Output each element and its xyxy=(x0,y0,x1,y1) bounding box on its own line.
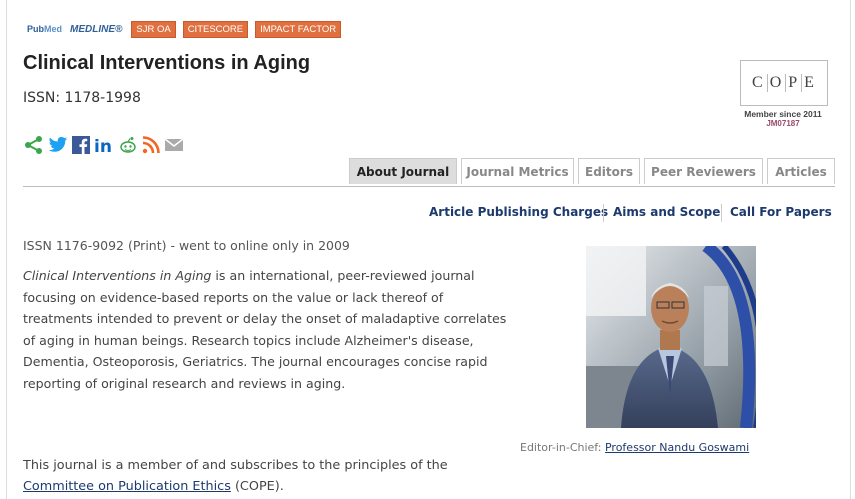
svg-text:in: in xyxy=(94,137,112,154)
editor-photo xyxy=(586,246,756,428)
membership-text: This journal is a member of and subscrib… xyxy=(23,458,448,473)
sublink-divider xyxy=(721,204,722,222)
aims-and-scope-link[interactable]: Aims and Scope xyxy=(613,205,720,219)
issn-print: ISSN 1176-9092 (Print) - went to online … xyxy=(23,238,350,253)
caption-label: Editor-in-Chief: xyxy=(520,441,605,454)
cope-link[interactable]: Committee on Publication Ethics xyxy=(23,479,231,494)
facebook-icon[interactable] xyxy=(72,136,90,154)
twitter-icon[interactable] xyxy=(48,136,68,154)
cope-letter: E xyxy=(804,74,816,91)
tab-about-journal[interactable]: About Journal xyxy=(349,158,457,184)
cope-letter: C xyxy=(750,74,768,92)
cope-letter: O xyxy=(768,74,787,92)
call-for-papers-link[interactable]: Call For Papers xyxy=(730,205,832,219)
cope-suffix: (COPE). xyxy=(230,479,284,494)
cope-letter: P xyxy=(786,74,803,92)
tab-editors[interactable]: Editors xyxy=(578,158,640,184)
reddit-icon[interactable] xyxy=(118,136,138,154)
cope-member-since: Member since 2011 xyxy=(744,109,822,119)
linkedin-icon[interactable]: in xyxy=(94,136,114,154)
cope-letters: C O P E xyxy=(740,60,828,106)
index-badges: PubMed MEDLINE® SJR OA CITESCORE IMPACT … xyxy=(27,20,348,38)
journal-title: Clinical Interventions in Aging xyxy=(23,52,311,74)
description-journal-name: Clinical Interventions in Aging xyxy=(23,268,212,283)
tab-journal-metrics[interactable]: Journal Metrics xyxy=(461,158,574,184)
article-publishing-charges-link[interactable]: Article Publishing Charges xyxy=(429,205,608,219)
cope-member-id: JM07187 xyxy=(766,119,800,128)
tab-articles[interactable]: Articles xyxy=(767,158,835,184)
sjr-badge[interactable]: SJR OA xyxy=(131,20,176,38)
description-text: is an international, peer-reviewed journ… xyxy=(23,268,507,391)
journal-sublinks: Article Publishing Charges Aims and Scop… xyxy=(0,205,835,221)
share-icon[interactable] xyxy=(24,135,44,155)
pubmed-logo[interactable]: PubMed xyxy=(27,24,62,34)
cope-membership-note: This journal is a member of and subscrib… xyxy=(23,455,448,497)
editor-caption: Editor-in-Chief: Professor Nandu Goswami xyxy=(520,441,749,454)
tab-peer-reviewers[interactable]: Peer Reviewers xyxy=(644,158,763,184)
email-icon[interactable] xyxy=(164,137,184,153)
editor-name-link[interactable]: Professor Nandu Goswami xyxy=(605,441,749,454)
sublink-divider xyxy=(603,204,604,222)
journal-description: Clinical Interventions in Aging is an in… xyxy=(23,265,513,394)
journal-issn: ISSN: 1178-1998 xyxy=(23,90,141,106)
social-share-bar: in xyxy=(24,135,184,155)
citescore-badge[interactable]: CITESCORE xyxy=(182,20,249,38)
medline-logo[interactable]: MEDLINE® xyxy=(70,24,122,35)
journal-tabs: About Journal Journal Metrics Editors Pe… xyxy=(23,158,835,187)
cope-logo[interactable]: C O P E Member since 2011 JM07187 xyxy=(737,60,829,130)
rss-icon[interactable] xyxy=(142,136,160,154)
impact-factor-badge[interactable]: IMPACT FACTOR xyxy=(255,20,342,38)
